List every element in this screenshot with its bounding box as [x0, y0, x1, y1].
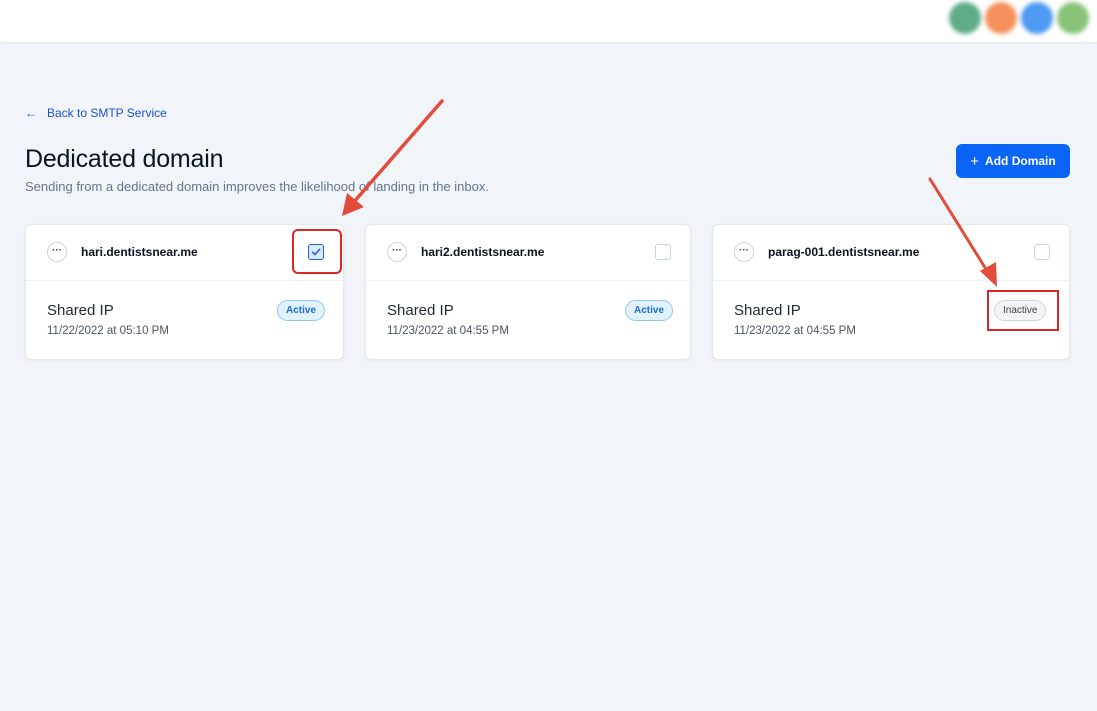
- annotation-arrow: [342, 99, 444, 216]
- annotation-arrows: [342, 99, 997, 287]
- annotation-arrow: [928, 177, 997, 287]
